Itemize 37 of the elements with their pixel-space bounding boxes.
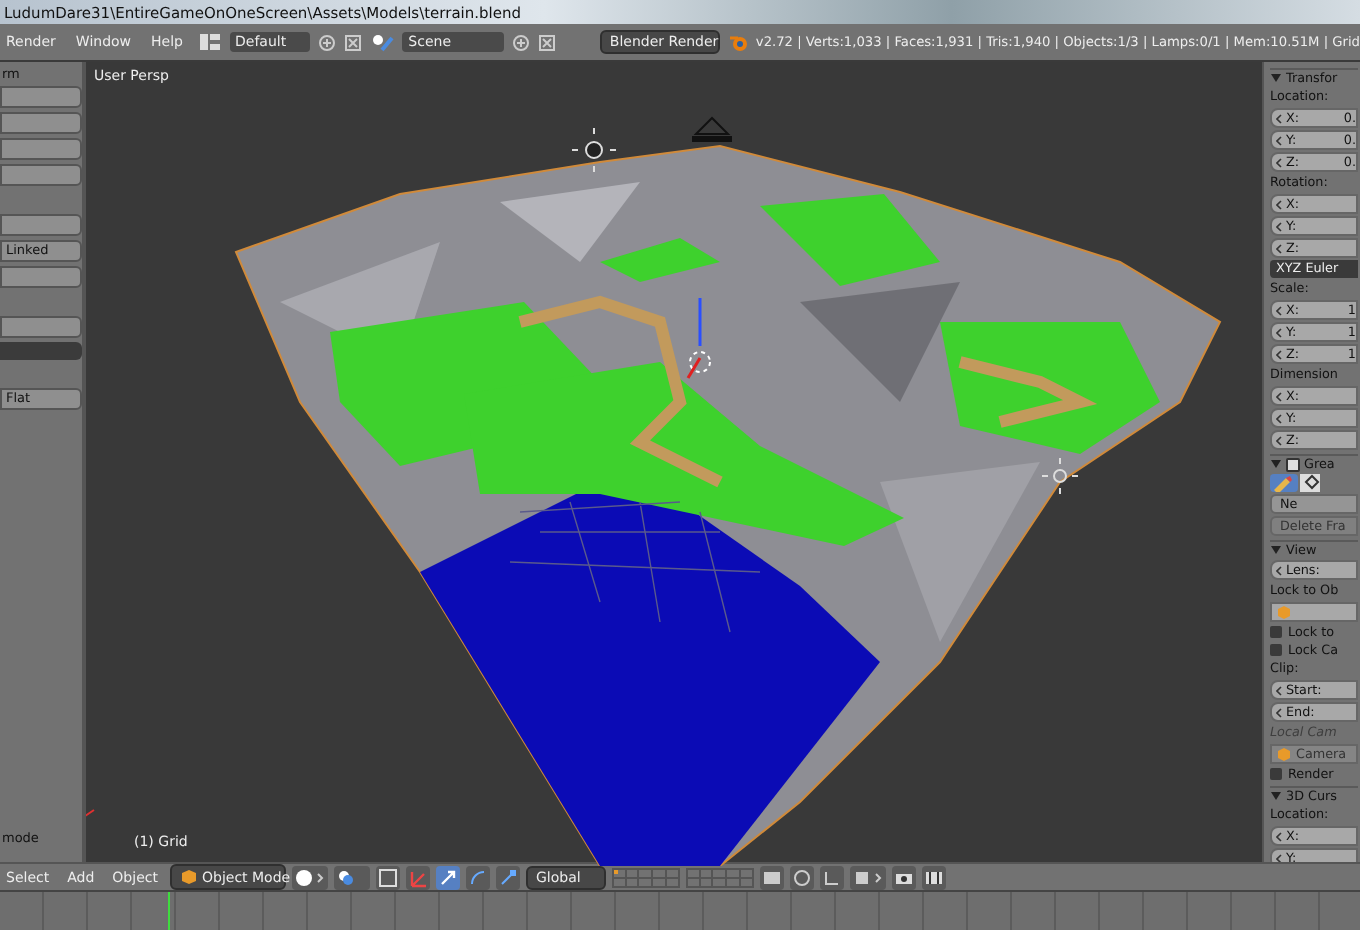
tool-button[interactable]	[0, 138, 82, 160]
collapse-triangle-icon[interactable]	[1270, 790, 1282, 802]
close-icon[interactable]	[344, 33, 363, 51]
scale-icon[interactable]	[495, 865, 520, 889]
arrow-icon[interactable]	[435, 865, 460, 889]
tool-button[interactable]	[0, 316, 82, 338]
add-icon[interactable]	[511, 33, 530, 51]
add-icon[interactable]	[318, 33, 337, 51]
collapse-triangle-icon[interactable]	[1270, 458, 1282, 470]
tool-button[interactable]	[0, 214, 82, 236]
opengl-render-icon[interactable]	[891, 865, 916, 889]
render-layer-icon[interactable]	[759, 865, 784, 889]
checkbox[interactable]	[1270, 768, 1282, 780]
pivot-icon[interactable]	[333, 865, 370, 889]
tool-button[interactable]	[0, 86, 82, 108]
snap-element-icon[interactable]	[849, 865, 886, 889]
panel-checkbox[interactable]	[1286, 457, 1300, 471]
opengl-animation-icon[interactable]	[921, 865, 946, 889]
rotate-icon[interactable]	[465, 865, 490, 889]
tool-button[interactable]	[0, 266, 82, 288]
scene-icon[interactable]	[370, 32, 395, 52]
tool-button[interactable]	[0, 112, 82, 134]
collapse-triangle-icon[interactable]	[1270, 544, 1282, 556]
layout-icon[interactable]	[197, 32, 221, 52]
logo-icon[interactable]	[727, 32, 748, 52]
checkbox[interactable]	[1270, 644, 1282, 656]
collapse-triangle-icon[interactable]	[1270, 72, 1282, 84]
snap-icon[interactable]	[819, 865, 844, 889]
cube-icon[interactable]	[179, 868, 198, 886]
object-field[interactable]	[1270, 602, 1358, 622]
checkbox[interactable]	[1270, 626, 1282, 638]
current-frame-line	[168, 892, 170, 930]
proportional-edit-icon[interactable]	[789, 865, 814, 889]
eraser-icon[interactable]	[1300, 474, 1320, 492]
close-icon[interactable]	[537, 33, 556, 51]
tool-button[interactable]	[0, 164, 82, 186]
manipulator-icon[interactable]	[375, 865, 400, 889]
